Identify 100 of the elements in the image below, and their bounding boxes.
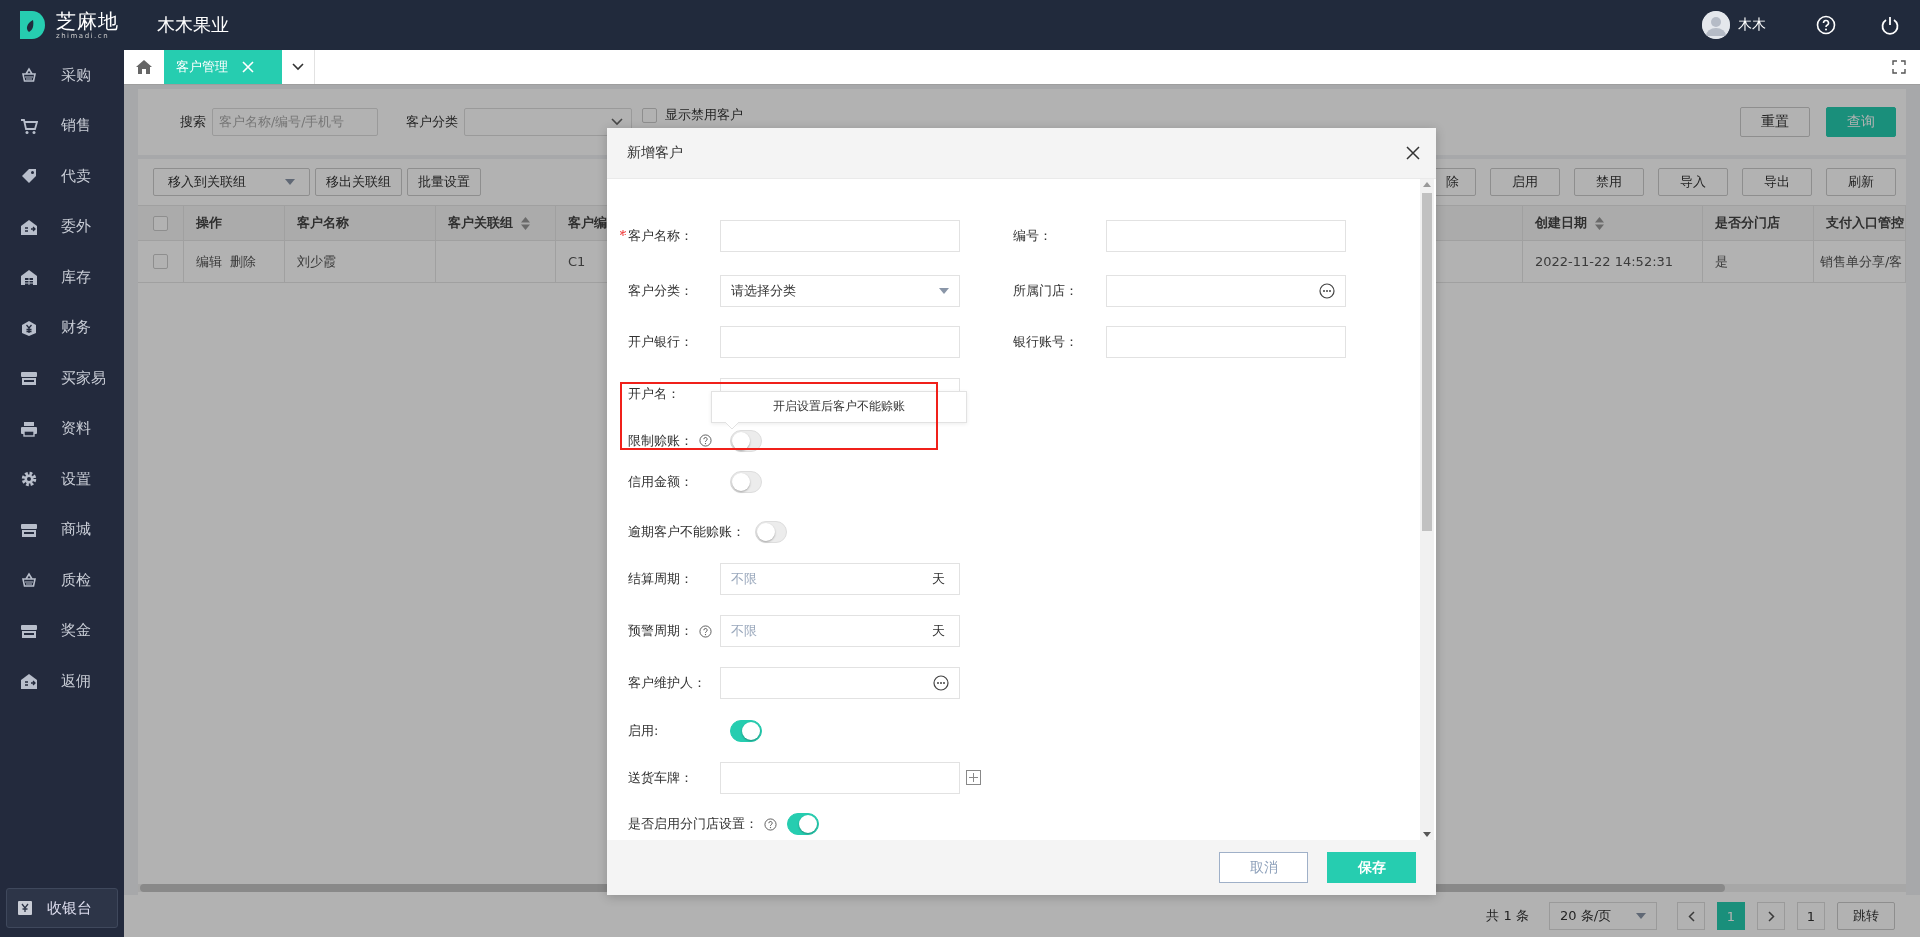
sidebar-item[interactable]: 设置	[0, 454, 124, 505]
sidebar-item[interactable]: 资料	[0, 403, 124, 454]
field-label: 开户银行：	[628, 333, 693, 351]
jump-button[interactable]: 跳转	[1837, 902, 1895, 930]
sidebar-item[interactable]: 委外	[0, 201, 124, 252]
sidebar-item[interactable]: 代卖	[0, 151, 124, 202]
next-page-button[interactable]	[1757, 902, 1785, 930]
chevron-icon	[292, 63, 304, 71]
page-input[interactable]: 1	[1797, 902, 1825, 930]
caret-icon	[285, 179, 295, 185]
input-field[interactable]: 不限 天	[720, 615, 960, 648]
sidebar-item[interactable]: 商城	[0, 504, 124, 555]
field-label: 银行账号：	[1013, 333, 1078, 351]
chevron-icon	[611, 118, 623, 126]
field-label: 限制赊账：	[628, 431, 693, 450]
category-select[interactable]	[464, 108, 632, 136]
button[interactable]: 移出关联组	[315, 168, 402, 196]
more-icon[interactable]	[933, 675, 949, 692]
action-link[interactable]: 删除	[230, 252, 256, 271]
button[interactable]: 移入到关联组	[153, 168, 310, 196]
input-field[interactable]	[1106, 326, 1346, 358]
button[interactable]: 启用	[1490, 168, 1560, 196]
building-icon	[20, 217, 38, 236]
company-name: 木木果业	[157, 13, 229, 37]
close-icon[interactable]	[1406, 146, 1420, 160]
toggle-switch[interactable]	[787, 813, 819, 836]
page-size-select[interactable]: 20 条/页	[1549, 902, 1657, 930]
toggle-switch[interactable]	[730, 719, 762, 742]
picker-field[interactable]	[1106, 275, 1346, 307]
house-icon	[20, 268, 38, 287]
power-icon[interactable]	[1881, 15, 1899, 35]
scroll-down-icon[interactable]	[1423, 832, 1431, 837]
field-label: 启用:	[628, 721, 659, 740]
scrollbar[interactable]	[1420, 179, 1434, 840]
plus-icon[interactable]	[966, 770, 981, 786]
input-field[interactable]	[720, 220, 960, 252]
table-cell: 是	[1703, 241, 1814, 283]
sidebar-item[interactable]: 库存	[0, 252, 124, 303]
tag-icon	[20, 167, 38, 186]
checkbox[interactable]	[642, 107, 657, 123]
picker-field[interactable]	[720, 667, 960, 700]
caret-icon	[1636, 913, 1646, 919]
field-label: 搜索	[180, 113, 206, 131]
field-label: 预警周期：	[628, 622, 693, 641]
sidebar-item[interactable]: 奖金	[0, 605, 124, 656]
field-label: 客户分类	[406, 113, 458, 131]
building-icon	[20, 672, 38, 691]
cashier-button[interactable]: 收银台	[6, 888, 118, 928]
input-field[interactable]: 不限 天	[720, 563, 960, 596]
toggle-switch[interactable]	[730, 471, 762, 494]
store-icon	[20, 369, 38, 388]
button[interactable]: 导出	[1742, 168, 1812, 196]
input-field[interactable]	[1106, 220, 1346, 252]
table-cell: 销售单分享/客	[1814, 241, 1906, 283]
checkbox[interactable]	[153, 254, 168, 269]
sort-icon[interactable]	[521, 216, 530, 230]
prev-page-button[interactable]	[1677, 902, 1705, 930]
yen-icon	[20, 318, 38, 337]
fullscreen-icon[interactable]	[1892, 60, 1906, 74]
column-header: 是否分门店	[1703, 205, 1814, 241]
basket-icon	[20, 66, 38, 85]
sidebar-item[interactable]: 返佣	[0, 656, 124, 707]
register-icon	[17, 900, 33, 916]
column-header: 支付入口管控	[1814, 205, 1906, 241]
checkbox-label: 显示禁用客户	[665, 106, 743, 124]
sidebar-item[interactable]: 质检	[0, 555, 124, 606]
scroll-up-icon[interactable]	[1423, 182, 1431, 187]
cart-icon	[20, 116, 38, 135]
button[interactable]: 批量设置	[407, 168, 481, 196]
sidebar-item[interactable]: 销售	[0, 100, 124, 151]
action-link[interactable]: 编辑	[196, 252, 222, 271]
button[interactable]: 禁用	[1574, 168, 1644, 196]
category-select[interactable]: 请选择分类	[720, 275, 960, 307]
settings-icon	[20, 470, 38, 489]
sidebar-item[interactable]: 买家易	[0, 353, 124, 404]
button[interactable]: 刷新	[1826, 168, 1896, 196]
toggle-switch[interactable]	[755, 520, 787, 543]
sort-icon[interactable]	[1595, 216, 1604, 230]
button[interactable]: 导入	[1658, 168, 1728, 196]
sidebar-item[interactable]: 采购	[0, 50, 124, 101]
column-header[interactable]: 创建日期	[1523, 205, 1703, 241]
input-field[interactable]	[720, 761, 960, 794]
column-header[interactable]: 客户关联组	[436, 205, 556, 241]
field-label: 是否启用分门店设置：	[628, 815, 758, 834]
input-field[interactable]	[720, 326, 960, 358]
toggle-switch[interactable]	[730, 429, 762, 452]
field-label: 信用金额：	[628, 473, 693, 492]
checkbox[interactable]	[153, 215, 168, 231]
more-icon[interactable]	[1319, 283, 1335, 299]
dialog-title: 新增客户	[627, 144, 683, 162]
button[interactable]: 重置	[1740, 107, 1810, 137]
avatar-icon[interactable]	[1702, 11, 1730, 39]
field-label: 客户分类：	[628, 282, 693, 300]
logo-icon	[20, 11, 46, 39]
basket-icon	[20, 571, 38, 590]
tooltip-arrow-icon	[725, 421, 739, 430]
chevron-right-icon	[1767, 910, 1775, 922]
printer-icon	[20, 419, 38, 438]
sidebar-item[interactable]: 财务	[0, 302, 124, 353]
user-name[interactable]: 木木	[1738, 16, 1766, 34]
